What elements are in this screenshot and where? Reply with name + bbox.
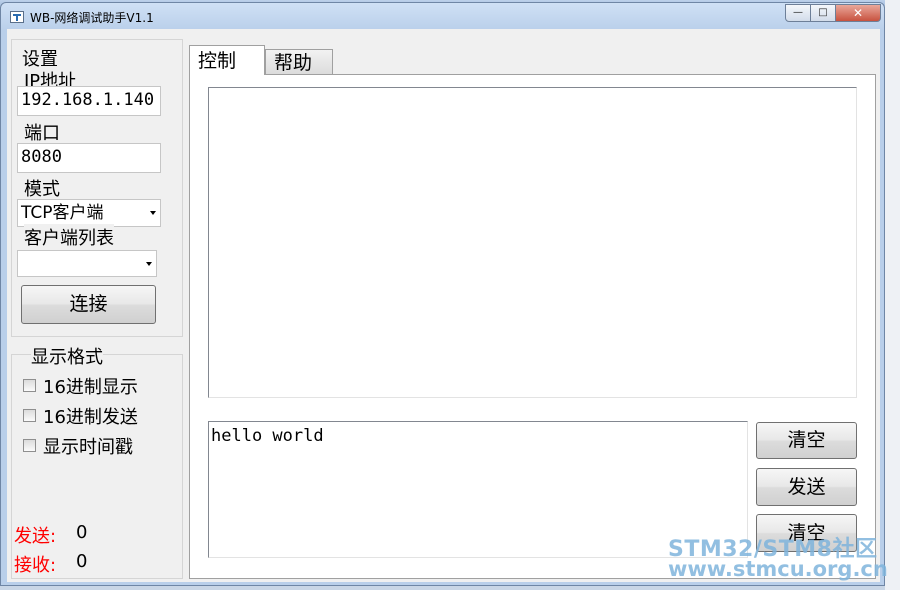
window-title: WB-网络调试助手V1.1 bbox=[30, 11, 154, 25]
port-label: 端口 bbox=[24, 119, 60, 145]
mode-select[interactable]: TCP客户端 bbox=[17, 199, 161, 227]
connect-button[interactable]: 连接 bbox=[21, 285, 156, 324]
app-icon bbox=[10, 11, 24, 23]
client-list-select[interactable] bbox=[17, 250, 157, 277]
chevron-down-icon bbox=[150, 211, 156, 215]
close-button[interactable]: ✕ bbox=[835, 4, 881, 22]
timestamp-checkbox[interactable] bbox=[23, 439, 36, 452]
send-count-label: 发送: bbox=[14, 526, 57, 547]
receive-count-label: 接收: bbox=[14, 555, 57, 576]
hex-display-checkbox[interactable] bbox=[23, 379, 36, 392]
send-count-value: 0 bbox=[76, 522, 88, 543]
timestamp-label: 显示时间戳 bbox=[43, 433, 133, 459]
watermark-line2: www.stmcu.org.cn bbox=[668, 557, 888, 581]
send-textarea[interactable]: hello world bbox=[208, 421, 748, 558]
port-input[interactable]: 8080 bbox=[17, 143, 161, 173]
send-button[interactable]: 发送 bbox=[756, 468, 857, 506]
background-window-edge bbox=[885, 0, 900, 590]
hex-send-label: 16进制发送 bbox=[43, 403, 138, 429]
chevron-down-icon bbox=[146, 262, 152, 266]
mode-select-value: TCP客户端 bbox=[21, 203, 104, 223]
clear-send-button[interactable]: 清空 bbox=[756, 422, 857, 459]
app-window: WB-网络调试助手V1.1 — □ ✕ 设置 IP地址 192.168.1.14… bbox=[0, 2, 885, 586]
minimize-button[interactable]: — bbox=[785, 4, 811, 22]
maximize-button[interactable]: □ bbox=[810, 4, 836, 22]
receive-textarea[interactable] bbox=[208, 87, 857, 398]
mode-label: 模式 bbox=[24, 175, 60, 201]
tab-control[interactable]: 控制 bbox=[189, 45, 265, 75]
hex-send-checkbox[interactable] bbox=[23, 409, 36, 422]
client-area: 设置 IP地址 192.168.1.140 端口 8080 模式 TCP客户端 … bbox=[7, 29, 880, 582]
display-format-label: 显示格式 bbox=[31, 343, 103, 369]
tab-help[interactable]: 帮助 bbox=[265, 49, 333, 75]
client-list-label: 客户端列表 bbox=[24, 224, 114, 250]
receive-count-value: 0 bbox=[76, 551, 88, 572]
hex-display-label: 16进制显示 bbox=[43, 373, 138, 399]
ip-address-input[interactable]: 192.168.1.140 bbox=[17, 86, 161, 116]
title-bar[interactable]: WB-网络调试助手V1.1 — □ ✕ bbox=[1, 3, 884, 29]
